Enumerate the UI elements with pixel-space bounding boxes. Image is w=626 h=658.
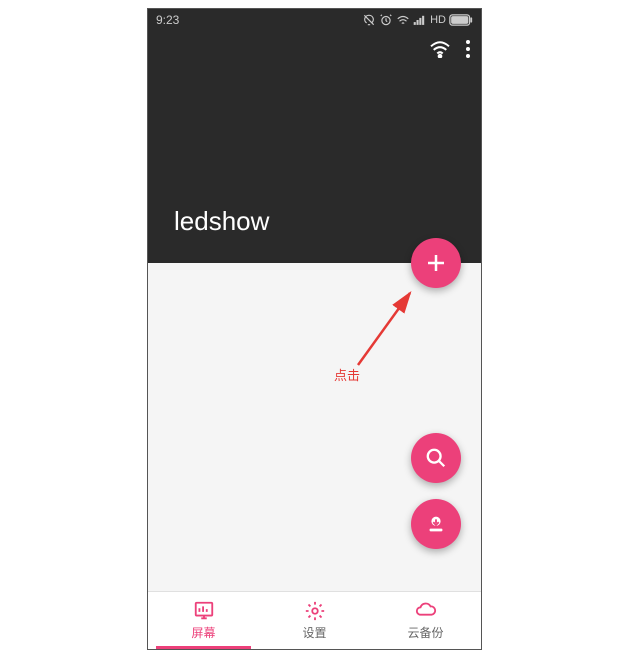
battery-icon (449, 14, 473, 26)
cloud-icon (415, 600, 437, 622)
nav-label: 云备份 (407, 624, 443, 641)
nav-label: 设置 (302, 624, 326, 641)
app-title: ledshow (174, 206, 269, 237)
add-button[interactable] (411, 238, 461, 288)
search-icon (425, 447, 447, 469)
status-time: 9:23 (156, 13, 179, 27)
network-label: HD (430, 14, 446, 26)
download-icon (425, 513, 447, 535)
more-icon[interactable] (465, 39, 471, 64)
wifi-icon[interactable] (429, 40, 451, 63)
dnd-icon (362, 13, 376, 27)
status-icons: HD (362, 13, 473, 27)
wifi-small-icon (396, 14, 410, 26)
nav-cloud[interactable]: 云备份 (370, 592, 481, 649)
annotation-arrow (346, 283, 426, 373)
alarm-icon (379, 13, 393, 27)
content-area: 点击 (148, 263, 481, 593)
annotation-label: 点击 (334, 365, 360, 384)
nav-screen[interactable]: 屏幕 (148, 592, 259, 649)
status-bar: 9:23 HD (148, 9, 481, 31)
phone-frame: 9:23 HD ledshow 点击 (147, 8, 482, 650)
plus-icon (424, 251, 448, 275)
bottom-nav: 屏幕 设置 云备份 (148, 591, 481, 649)
nav-indicator (156, 646, 251, 649)
download-button[interactable] (411, 499, 461, 549)
search-button[interactable] (411, 433, 461, 483)
nav-settings[interactable]: 设置 (259, 592, 370, 649)
nav-label: 屏幕 (191, 624, 215, 641)
signal-icon (413, 14, 427, 26)
chart-icon (193, 600, 215, 622)
gear-icon (304, 600, 326, 622)
app-header: ledshow (148, 31, 481, 263)
